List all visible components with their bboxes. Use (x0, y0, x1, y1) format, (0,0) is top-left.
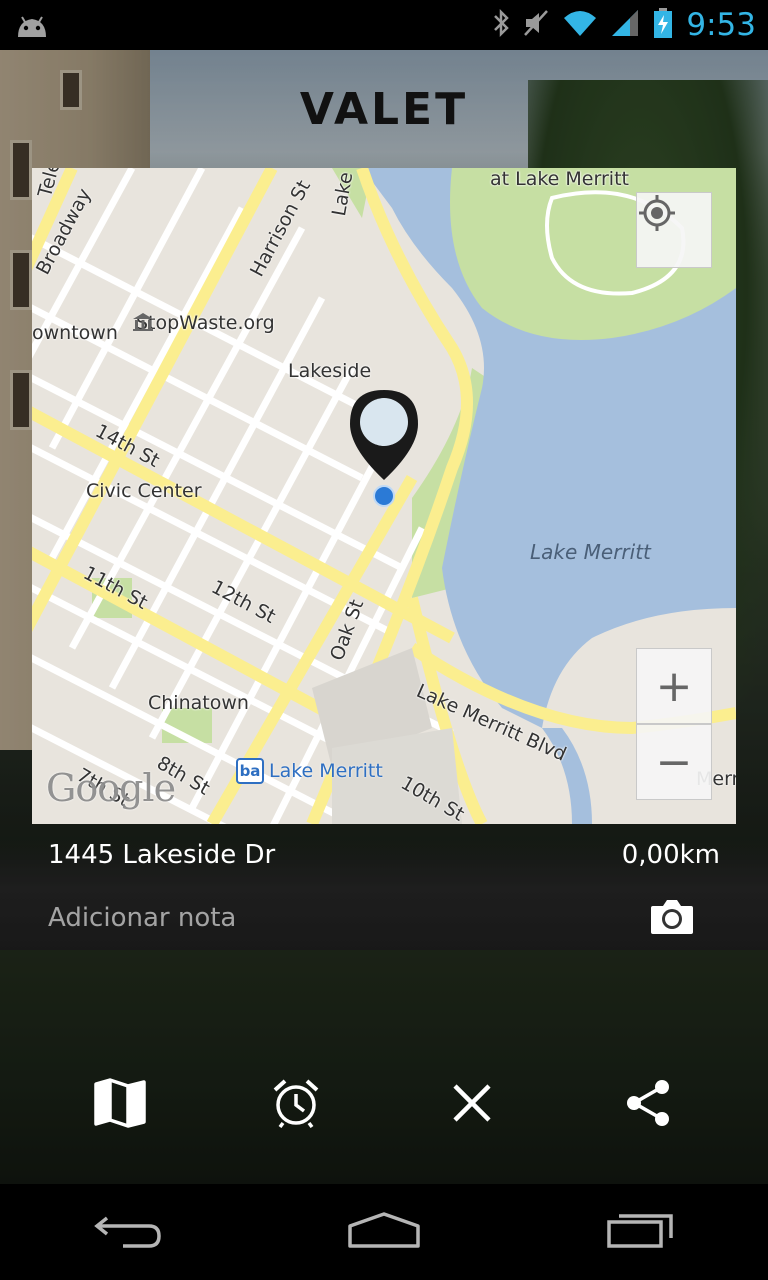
map-label: Civic Center (86, 480, 202, 502)
map-label-water: Lake Merritt (530, 540, 651, 564)
map-view[interactable]: at Lake Merritt Telegr Broadway Harrison… (32, 168, 736, 824)
back-icon (93, 1210, 163, 1254)
action-bar (0, 1060, 768, 1150)
home-button[interactable] (324, 1192, 444, 1272)
wifi-icon (562, 8, 598, 42)
close-icon (451, 1082, 493, 1128)
map-label: Lakeside (288, 360, 372, 382)
back-button[interactable] (68, 1192, 188, 1272)
status-bar: 9:53 (0, 0, 768, 50)
map-button[interactable] (76, 1061, 164, 1149)
close-button[interactable] (428, 1061, 516, 1149)
bart-icon: ba (236, 758, 264, 784)
bluetooth-icon (492, 8, 510, 42)
battery-charging-icon (652, 7, 674, 43)
home-icon (346, 1210, 422, 1254)
recent-apps-icon (605, 1210, 675, 1254)
map-icon (94, 1078, 146, 1132)
share-button[interactable] (604, 1061, 692, 1149)
map-label: owntown (32, 322, 118, 344)
zoom-out-button[interactable]: − (636, 724, 712, 800)
zoom-in-button[interactable]: + (636, 648, 712, 724)
map-poi-bart: ba Lake Merritt (236, 758, 383, 784)
camera-button[interactable] (646, 896, 698, 942)
parking-address: 1445 Lakeside Dr (48, 840, 276, 870)
distance-readout: 0,00km (621, 840, 720, 870)
add-note-field[interactable]: Adicionar nota (48, 903, 236, 933)
signal-icon (610, 8, 640, 42)
app-title: VALET (299, 84, 469, 135)
alarm-icon (271, 1078, 321, 1132)
share-icon (624, 1079, 672, 1131)
map-label: at Lake Merritt (490, 168, 629, 190)
map-poi-stopwaste: StopWaste.org (132, 312, 275, 334)
navigation-bar (0, 1184, 768, 1280)
map-label: Chinatown (148, 692, 249, 714)
alarm-button[interactable] (252, 1061, 340, 1149)
camera-icon (649, 898, 695, 940)
status-time: 9:53 (686, 7, 756, 43)
my-location-button[interactable] (636, 192, 712, 268)
recent-apps-button[interactable] (580, 1192, 700, 1272)
google-logo: Google (46, 766, 176, 810)
android-icon (12, 10, 52, 40)
mute-icon (522, 8, 550, 42)
